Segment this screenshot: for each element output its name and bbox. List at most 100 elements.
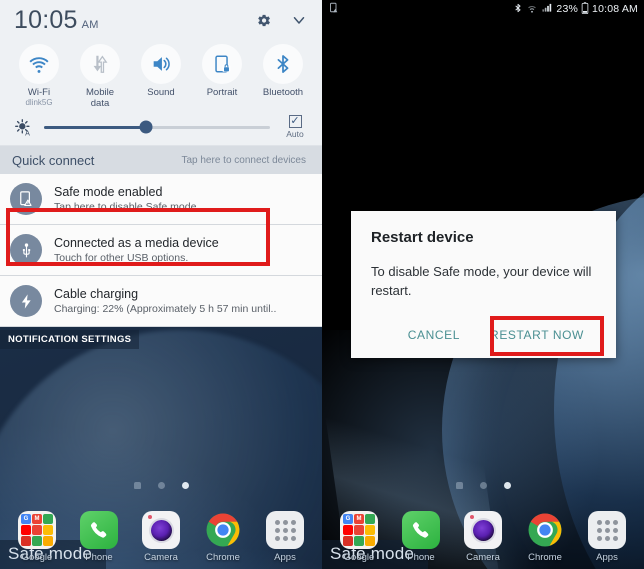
app-chrome[interactable]: Chrome <box>195 511 251 563</box>
app-chrome[interactable]: Chrome <box>517 511 573 563</box>
camera-icon <box>142 511 180 549</box>
slider-fill <box>44 125 146 129</box>
toggle-sound[interactable]: Sound <box>132 44 190 109</box>
notification-title: Cable charging <box>54 287 139 301</box>
apps-grid-icon <box>266 511 304 549</box>
auto-brightness-toggle[interactable]: ✓ Auto <box>278 115 312 139</box>
page-indicator <box>322 482 644 489</box>
chevron-down-icon[interactable] <box>290 11 308 29</box>
restart-device-dialog: Restart device To disable Safe mode, you… <box>351 211 616 358</box>
camera-indicator-dot <box>148 515 152 519</box>
notification-usb[interactable]: Connected as a media device Touch for ot… <box>0 225 322 276</box>
status-bar-left <box>328 2 340 17</box>
page-dot-3[interactable] <box>181 482 189 489</box>
app-google[interactable]: GM Google <box>9 511 65 563</box>
signal-bars-icon <box>541 2 553 16</box>
notification-settings-label: NOTIFICATION SETTINGS <box>0 330 140 349</box>
notification-text: Cable charging Charging: 22% (Approximat… <box>54 286 312 316</box>
home-screen-bottom: GM Google Phone Camera Chrome Apps <box>322 482 644 569</box>
notification-text: Safe mode enabled Tap here to disable Sa… <box>54 184 312 214</box>
gear-icon[interactable] <box>255 12 272 29</box>
svg-text:A: A <box>25 129 30 137</box>
mobile-data-icon <box>80 44 120 84</box>
camera-lens <box>472 519 494 541</box>
page-dot-2[interactable] <box>479 482 487 489</box>
clock: 10:05 AM <box>14 6 99 35</box>
restart-now-highlight-box <box>490 316 604 356</box>
app-camera[interactable]: Camera <box>133 511 189 563</box>
dialog-actions: CANCEL RESTART NOW <box>371 316 604 356</box>
home-screen-bottom: GM Google Phone Camera Chrome Apps <box>0 482 322 569</box>
notification-shade: 10:05 AM Wi-Fi dlink5G Mobile data Sound… <box>0 0 322 174</box>
brightness-slider[interactable] <box>44 118 270 136</box>
slider-knob[interactable] <box>139 120 153 134</box>
app-label-apps: Apps <box>596 552 618 563</box>
bluetooth-icon <box>513 2 523 17</box>
toggle-label-portrait: Portrait <box>206 87 238 98</box>
clock-time: 10:05 <box>14 5 78 34</box>
apps-grid-dots <box>596 519 618 541</box>
app-label-google: Google <box>21 552 53 563</box>
app-google[interactable]: GM Google <box>331 511 387 563</box>
brightness-row: A ✓ Auto <box>0 111 322 145</box>
app-apps[interactable]: Apps <box>257 511 313 563</box>
app-apps[interactable]: Apps <box>579 511 635 563</box>
app-label-chrome: Chrome <box>528 552 562 563</box>
auto-checkbox[interactable]: ✓ <box>288 115 302 128</box>
toggle-label-bluetooth: Bluetooth <box>262 87 304 98</box>
app-phone[interactable]: Phone <box>393 511 449 563</box>
quick-connect-hint: Tap here to connect devices <box>181 154 306 166</box>
app-label-chrome: Chrome <box>206 552 240 563</box>
apps-grid-icon <box>588 511 626 549</box>
app-phone[interactable]: Phone <box>71 511 127 563</box>
toggle-label-sound: Sound <box>147 87 175 98</box>
phone-icon <box>402 511 440 549</box>
notification-subtitle: Touch for other USB options. <box>54 252 189 264</box>
status-bar-time: 10:08 AM <box>592 3 638 15</box>
phone-icon <box>80 511 118 549</box>
screen-rotation-lock-icon <box>202 44 242 84</box>
notification-subtitle: Tap here to disable Safe mode. <box>54 201 200 213</box>
dock: GM Google Phone Camera Chrome Apps <box>0 511 322 563</box>
chrome-icon <box>204 511 242 549</box>
google-folder-icon: GM <box>18 511 56 549</box>
notification-charging[interactable]: Cable charging Charging: 22% (Approximat… <box>0 276 322 327</box>
safe-mode-icon <box>10 183 42 215</box>
notification-settings-row[interactable]: NOTIFICATION SETTINGS <box>0 327 322 349</box>
page-dot-home[interactable] <box>133 482 141 489</box>
dock: GM Google Phone Camera Chrome Apps <box>322 511 644 563</box>
app-label-camera: Camera <box>466 552 500 563</box>
app-camera[interactable]: Camera <box>455 511 511 563</box>
status-bar-right: 23% 10:08 AM <box>513 1 638 17</box>
toggle-label-wifi: Wi-Fi <box>27 87 51 98</box>
battery-icon <box>581 1 589 17</box>
quick-connect-bar[interactable]: Quick connect Tap here to connect device… <box>0 146 322 174</box>
screenshot-stage: 10:05 AM Wi-Fi dlink5G Mobile data Sound… <box>0 0 644 569</box>
wifi-icon <box>526 2 538 17</box>
toggle-portrait[interactable]: Portrait <box>193 44 251 109</box>
cancel-button[interactable]: CANCEL <box>396 320 472 350</box>
shade-header: 10:05 AM <box>0 0 322 40</box>
toggle-bluetooth[interactable]: Bluetooth <box>254 44 312 109</box>
notification-safe-mode[interactable]: Safe mode enabled Tap here to disable Sa… <box>0 174 322 225</box>
quick-toggles-row: Wi-Fi dlink5G Mobile data Sound Portrait… <box>0 40 322 111</box>
camera-icon <box>464 511 502 549</box>
camera-lens <box>150 519 172 541</box>
app-label-apps: Apps <box>274 552 296 563</box>
page-dot-3[interactable] <box>503 482 511 489</box>
left-phone-screen: 10:05 AM Wi-Fi dlink5G Mobile data Sound… <box>0 0 322 569</box>
toggle-sublabel-wifi: dlink5G <box>25 98 53 107</box>
page-dot-2[interactable] <box>157 482 165 489</box>
toggle-wifi[interactable]: Wi-Fi dlink5G <box>10 44 68 109</box>
camera-indicator-dot <box>470 515 474 519</box>
right-phone-screen: 23% 10:08 AM Restart device To disable S… <box>322 0 644 569</box>
chrome-icon <box>526 511 564 549</box>
auto-brightness-icon[interactable]: A <box>10 118 36 137</box>
app-label-camera: Camera <box>144 552 178 563</box>
toggle-mobile-data[interactable]: Mobile data <box>71 44 129 109</box>
page-dot-home[interactable] <box>455 482 463 489</box>
notification-title: Connected as a media device <box>54 236 219 250</box>
bluetooth-icon <box>263 44 303 84</box>
google-folder-icon: GM <box>340 511 378 549</box>
notification-text: Connected as a media device Touch for ot… <box>54 235 312 265</box>
